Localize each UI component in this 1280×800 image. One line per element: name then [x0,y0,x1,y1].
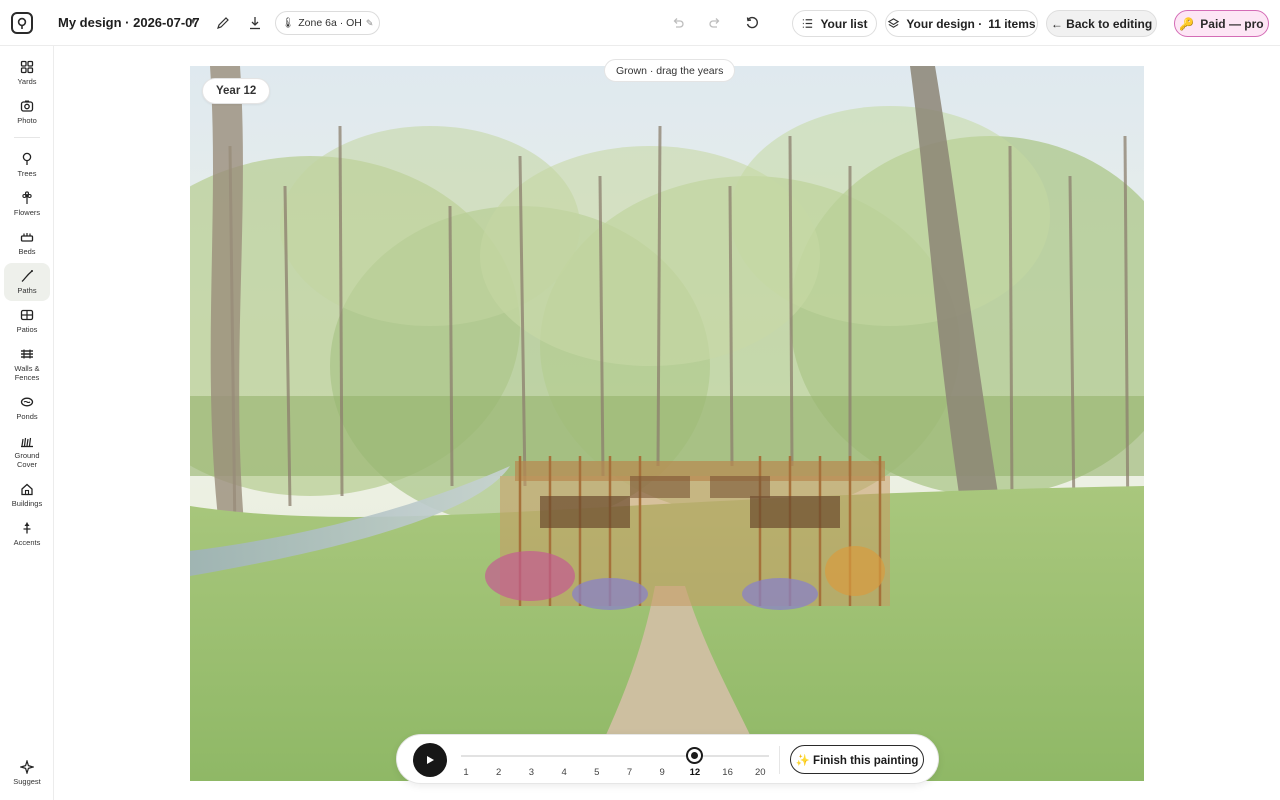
sidebar-divider [14,137,40,138]
grid-icon [20,60,34,74]
zone-selector[interactable]: 🌡 Zone 6a · OH ✎ [275,11,380,35]
play-button[interactable] [413,743,447,777]
garden-painting-canvas[interactable] [190,66,1144,781]
top-bar: My design · 2026-07-07 ▼ 🌡 Zone 6a · OH … [0,0,1280,46]
sidebar-item-label: Beds [18,247,36,256]
sidebar-item-label: Buildings [11,499,43,508]
zone-label: Zone 6a · OH [298,17,362,29]
sidebar-item-label: Walls & Fences [14,364,40,382]
fence-icon [21,349,33,359]
key-icon: 🔑 [1179,16,1195,31]
sidebar-item-patios[interactable]: Patios [4,302,50,338]
list-icon [803,19,813,28]
suggest-button[interactable]: Suggest [4,754,50,790]
sidebar-item-beds[interactable]: Beds [4,224,50,260]
your-list-button[interactable]: Your list [792,10,877,37]
sidebar-item-label: Photo [17,116,37,125]
sidebar-item-ground-cover[interactable]: Ground Cover [4,428,50,472]
timeline-thumb[interactable] [686,747,704,764]
paid-pro-button[interactable]: 🔑 Paid — pro [1174,10,1269,37]
flower-icon [22,191,32,204]
timeline-year-tick[interactable]: 9 [660,767,665,778]
pond-icon [20,397,34,407]
sparkle-icon [20,760,34,774]
your-design-button[interactable]: Your design · 11 items [885,10,1038,37]
sidebar-item-label: Paths [17,286,37,295]
bed-icon [20,233,34,242]
years-timeline: 1 2 3 4 5 7 9 12 16 20 ✨ Finish this painting [396,734,939,784]
your-design-label: Your design · [906,16,983,31]
download-icon[interactable] [243,11,267,35]
sidebar-item-trees[interactable]: Trees [4,146,50,182]
sidebar-item-accents[interactable]: Accents [4,515,50,551]
sidebar-item-yards[interactable]: Yards [4,54,50,90]
tool-sidebar: Yards Photo Trees Flowers Beds Paths Pat… [0,46,54,800]
ground-cover-icon [21,437,33,448]
sidebar-item-walls-fences[interactable]: Walls & Fences [4,341,50,385]
sidebar-item-label: Trees [17,169,37,178]
timeline-year-tick[interactable]: 7 [627,767,632,778]
sidebar-item-flowers[interactable]: Flowers [4,185,50,221]
chevron-down-icon[interactable]: ▼ [189,17,197,26]
path-icon [21,270,33,282]
building-icon [21,483,33,496]
sidebar-item-photo[interactable]: Photo [4,93,50,129]
accent-icon [23,522,31,534]
timeline-divider [779,746,780,774]
timeline-year-tick[interactable]: 16 [722,767,733,778]
timeline-year-tick[interactable]: 20 [755,767,766,778]
timeline-year-tick[interactable]: 5 [594,767,599,778]
watercolor-garden-painting [190,66,1144,781]
sidebar-item-label: Yards [17,77,37,86]
edit-pencil-icon: ✎ [365,17,374,28]
thermometer-icon: 🌡 [281,17,295,29]
timeline-track[interactable] [461,755,769,757]
sidebar-item-label: Ground Cover [14,451,40,469]
sidebar-item-ponds[interactable]: Ponds [4,389,50,425]
sidebar-item-paths[interactable]: Paths [4,263,50,301]
timeline-year-tick[interactable]: 1 [463,767,468,778]
app-logo-icon[interactable] [11,12,33,34]
reset-icon[interactable] [740,11,764,35]
back-to-editing-button[interactable]: ← Back to editing [1046,10,1157,37]
your-list-label: Your list [820,16,868,31]
camera-icon [20,100,34,112]
sidebar-item-label: Patios [16,325,38,334]
design-title[interactable]: My design · 2026-07-07 [58,15,200,30]
timeline-year-tick[interactable]: 4 [561,767,566,778]
sidebar-item-label: Accents [13,538,41,547]
undo-icon[interactable] [666,11,690,35]
play-icon [427,756,434,764]
current-year-chip: Year 12 [202,78,271,104]
finish-painting-button[interactable]: ✨ Finish this painting [790,745,924,774]
timeline-year-tick[interactable]: 2 [496,767,501,778]
your-design-count: 11 items [988,16,1036,31]
layers-icon [888,18,900,28]
paid-label: Paid — pro [1200,16,1264,31]
redo-icon[interactable] [703,11,727,35]
grown-hint-chip: Grown · drag the years [604,59,736,82]
sidebar-item-label: Ponds [16,412,38,421]
timeline-year-tick[interactable]: 3 [529,767,534,778]
timeline-year-tick[interactable]: 12 [690,767,701,778]
suggest-label: Suggest [13,777,41,786]
sidebar-item-label: Flowers [13,208,41,217]
patio-icon [20,309,34,321]
sidebar-item-buildings[interactable]: Buildings [4,476,50,512]
tree-icon [22,152,32,165]
edit-pencil-icon[interactable] [211,11,235,35]
